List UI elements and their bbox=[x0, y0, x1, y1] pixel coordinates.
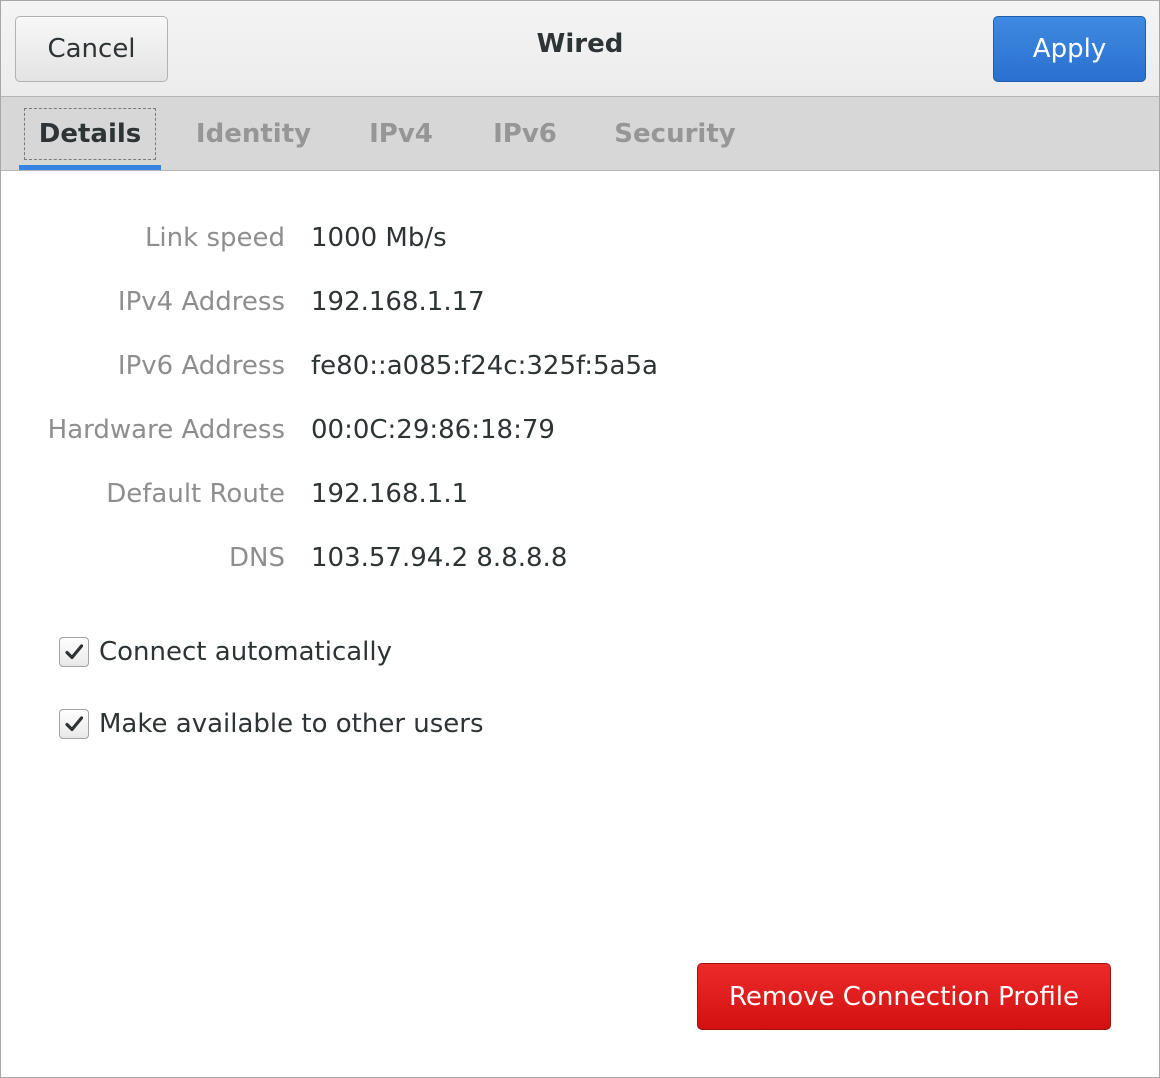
dialog-title: Wired bbox=[536, 29, 624, 59]
detail-label: IPv4 Address bbox=[117, 287, 285, 317]
detail-value: 00:0C:29:86:18:79 bbox=[311, 415, 555, 445]
check-icon bbox=[65, 644, 84, 660]
connection-dialog: Cancel Wired Apply Details Identity IPv4… bbox=[0, 0, 1160, 1078]
tab-ipv6-label: IPv6 bbox=[493, 118, 557, 149]
detail-row-ipv4-address: IPv4 Address 192.168.1.17 bbox=[1, 287, 1159, 327]
detail-row-dns: DNS 103.57.94.2 8.8.8.8 bbox=[1, 543, 1159, 583]
tab-details-label: Details bbox=[23, 107, 157, 160]
detail-label: Link speed bbox=[144, 223, 285, 253]
connect-automatically-checkbox[interactable] bbox=[59, 637, 89, 667]
tab-details[interactable]: Details bbox=[19, 97, 161, 170]
tab-security[interactable]: Security bbox=[601, 97, 749, 170]
tab-ipv4-label: IPv4 bbox=[369, 118, 433, 149]
tab-bar: Details Identity IPv4 IPv6 Security bbox=[1, 97, 1159, 171]
check-icon bbox=[65, 716, 84, 732]
detail-row-default-route: Default Route 192.168.1.1 bbox=[1, 479, 1159, 519]
available-to-others-checkbox[interactable] bbox=[59, 709, 89, 739]
detail-row-ipv6-address: IPv6 Address fe80::a085:f24c:325f:5a5a bbox=[1, 351, 1159, 391]
detail-value: 192.168.1.17 bbox=[311, 287, 485, 317]
detail-value: 1000 Mb/s bbox=[311, 223, 447, 253]
detail-label: IPv6 Address bbox=[117, 351, 285, 381]
detail-row-link-speed: Link speed 1000 Mb/s bbox=[1, 223, 1159, 263]
available-to-others-label: Make available to other users bbox=[99, 709, 484, 739]
cancel-button[interactable]: Cancel bbox=[15, 16, 168, 82]
detail-value: 192.168.1.1 bbox=[311, 479, 469, 509]
tab-ipv6[interactable]: IPv6 bbox=[477, 97, 573, 170]
tab-ipv4[interactable]: IPv4 bbox=[353, 97, 449, 170]
detail-label: Default Route bbox=[106, 479, 285, 509]
remove-connection-profile-button[interactable]: Remove Connection Profile bbox=[697, 963, 1111, 1030]
connect-automatically-label: Connect automatically bbox=[99, 637, 393, 667]
tab-identity[interactable]: Identity bbox=[181, 97, 326, 170]
connect-automatically-option[interactable]: Connect automatically bbox=[59, 632, 392, 672]
available-to-others-option[interactable]: Make available to other users bbox=[59, 704, 484, 744]
tab-identity-label: Identity bbox=[195, 118, 312, 149]
detail-value: 103.57.94.2 8.8.8.8 bbox=[311, 543, 568, 573]
detail-label: Hardware Address bbox=[47, 415, 285, 445]
detail-label: DNS bbox=[229, 543, 285, 573]
tab-security-label: Security bbox=[614, 118, 736, 149]
detail-row-hardware-address: Hardware Address 00:0C:29:86:18:79 bbox=[1, 415, 1159, 455]
detail-value: fe80::a085:f24c:325f:5a5a bbox=[311, 351, 658, 381]
header-bar: Cancel Wired Apply bbox=[1, 1, 1159, 97]
apply-button[interactable]: Apply bbox=[993, 16, 1146, 82]
